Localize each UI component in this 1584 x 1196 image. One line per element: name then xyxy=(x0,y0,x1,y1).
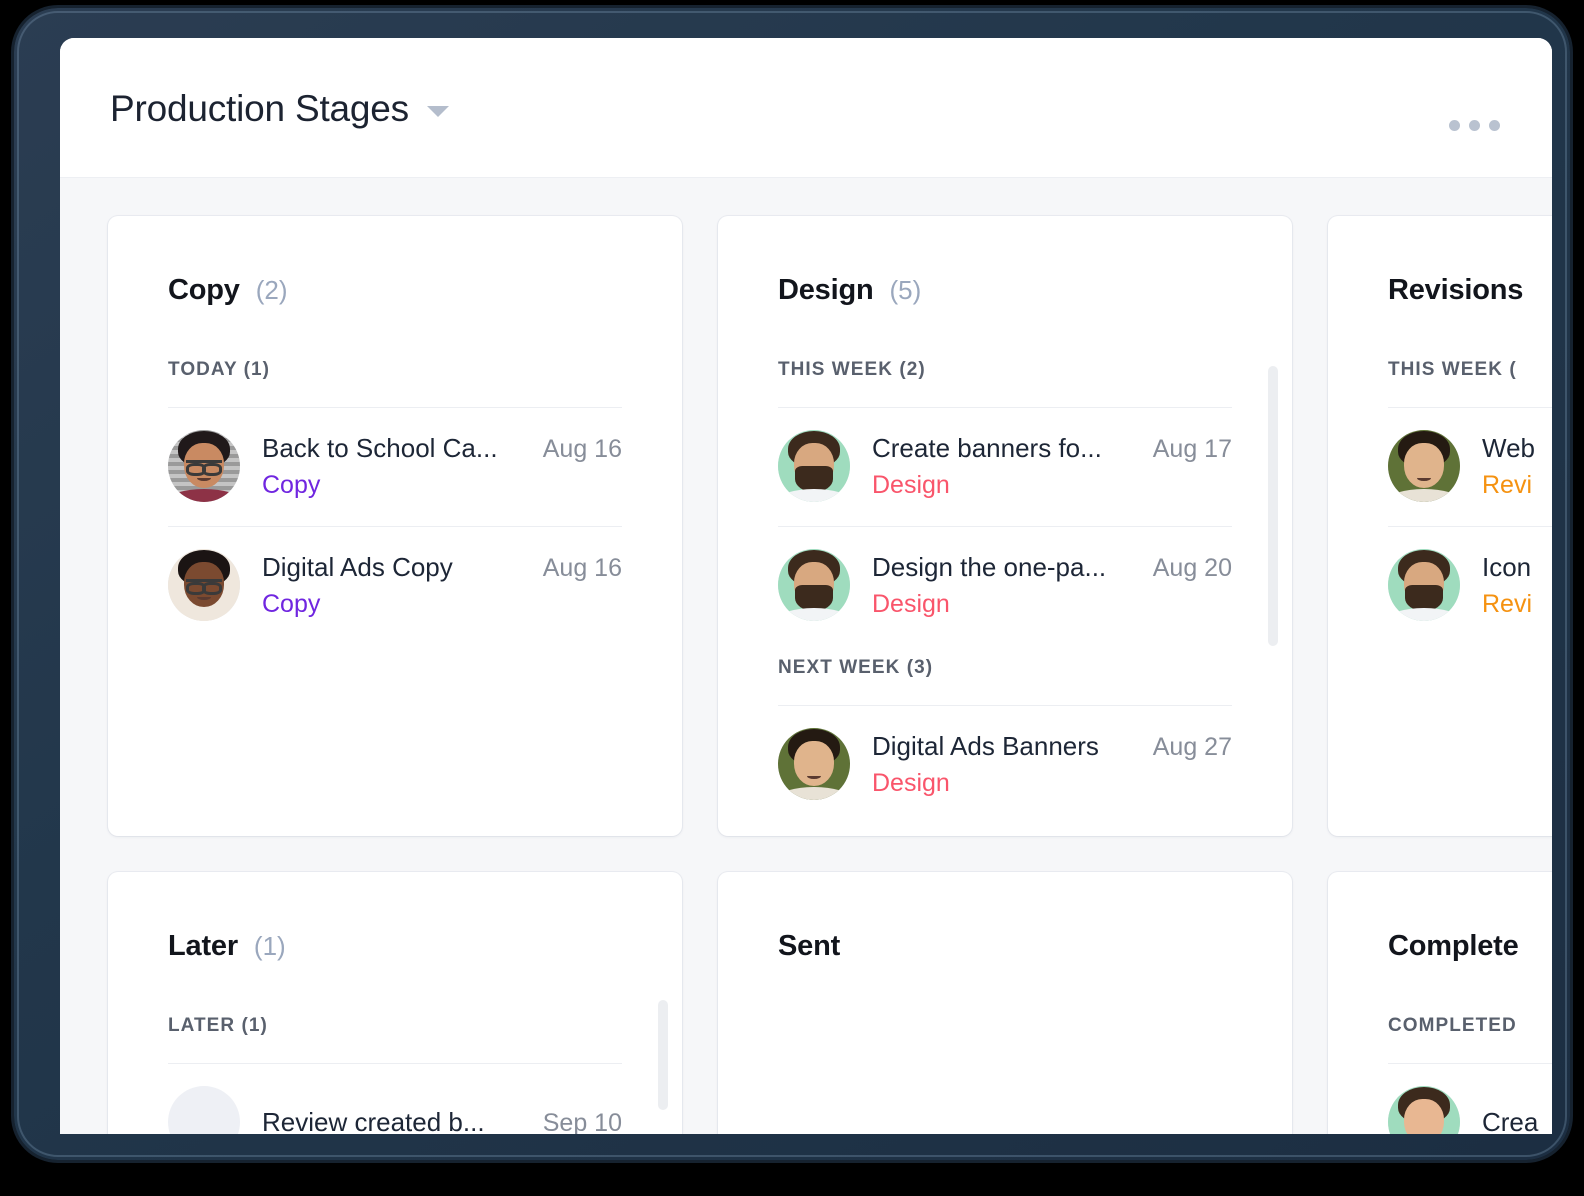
task-stage-badge: Design xyxy=(872,470,950,499)
group-label: THIS WEEK ( xyxy=(1388,359,1517,380)
task-body: Back to School Ca... Aug 16 Copy xyxy=(262,433,622,500)
avatar xyxy=(778,549,850,621)
task-name: Design the one-pa... xyxy=(872,551,1107,582)
card-title: Complete xyxy=(1388,930,1519,962)
more-horizontal-icon[interactable] xyxy=(1449,120,1500,131)
task-name: Web xyxy=(1482,432,1535,463)
menu-dot xyxy=(1449,120,1460,131)
group-label: TODAY (1) xyxy=(168,359,271,380)
card-title: Design xyxy=(778,274,874,306)
stage-card-later[interactable]: Later (1) LATER (1) Review created b... … xyxy=(108,872,682,1134)
task-row[interactable]: Digital Ads Copy Aug 16 Copy xyxy=(168,527,622,645)
task-stage-badge: Revi xyxy=(1482,589,1533,618)
task-row[interactable]: Digital Ads Banners Aug 27 Design xyxy=(778,706,1232,824)
task-row[interactable]: Crea xyxy=(1388,1064,1552,1134)
stage-card-design[interactable]: Design (5) THIS WEEK (2) Create banners … xyxy=(718,216,1292,836)
chevron-down-icon[interactable] xyxy=(426,106,449,117)
widget-header: Production Stages xyxy=(60,38,1552,178)
task-body: Icon Revi xyxy=(1482,552,1552,619)
task-name: Digital Ads Copy xyxy=(262,551,453,582)
card-heading: Later (1) xyxy=(168,930,622,963)
widget-title-group[interactable]: Production Stages xyxy=(110,90,449,127)
card-title: Later xyxy=(168,930,238,962)
avatar xyxy=(1388,430,1460,502)
device-bezel: Production Stages Copy (2) TODAY (1) Bac… xyxy=(14,8,1570,1160)
group-label: COMPLETED xyxy=(1388,1015,1517,1036)
task-date: Aug 27 xyxy=(1152,732,1232,761)
board-row-bottom: Later (1) LATER (1) Review created b... … xyxy=(60,872,1552,1134)
task-list: Create banners fo... Aug 17 Design Desig… xyxy=(778,407,1232,645)
card-title: Copy xyxy=(168,274,240,306)
task-name: Create banners fo... xyxy=(872,432,1102,463)
task-body: Digital Ads Copy Aug 16 Copy xyxy=(262,552,622,619)
task-date: Sep 10 xyxy=(542,1108,622,1135)
avatar xyxy=(778,728,850,800)
card-heading: Revisions xyxy=(1388,274,1552,307)
task-stage-badge: Revi xyxy=(1482,470,1533,499)
task-list: Back to School Ca... Aug 16 Copy Digital… xyxy=(168,407,622,645)
vertical-scrollbar[interactable] xyxy=(1268,366,1278,646)
task-body: Digital Ads Banners Aug 27 Design xyxy=(872,731,1232,798)
stage-card-sent[interactable]: Sent No tasks No tasks match current wid… xyxy=(718,872,1292,1134)
task-list: Review created b... Sep 10 xyxy=(168,1063,622,1134)
task-body: Web Revi xyxy=(1482,433,1552,500)
card-title: Revisions xyxy=(1388,274,1524,306)
task-name: Review created b... xyxy=(262,1106,485,1135)
task-stage-badge: Design xyxy=(872,589,950,618)
group-label: LATER (1) xyxy=(168,1015,268,1036)
task-row[interactable]: Web Revi xyxy=(1388,408,1552,527)
task-row[interactable]: Create banners fo... Aug 17 Design xyxy=(778,408,1232,527)
card-count: (1) xyxy=(253,931,286,961)
avatar xyxy=(168,549,240,621)
task-body: Crea xyxy=(1482,1107,1552,1135)
task-stage-badge: Copy xyxy=(262,470,321,499)
task-date: Aug 16 xyxy=(542,434,622,463)
card-heading: Sent xyxy=(778,930,1232,963)
task-date: Aug 17 xyxy=(1152,434,1232,463)
group-label: THIS WEEK (2) xyxy=(778,359,926,380)
task-stage-badge: Copy xyxy=(262,589,321,618)
task-body: Review created b... Sep 10 xyxy=(262,1107,622,1135)
task-list: Crea xyxy=(1388,1063,1552,1134)
stage-card-completed[interactable]: Complete COMPLETED Crea xyxy=(1328,872,1552,1134)
card-heading: Complete xyxy=(1388,930,1552,963)
task-list: Digital Ads Banners Aug 27 Design xyxy=(778,705,1232,824)
task-name: Digital Ads Banners xyxy=(872,730,1099,761)
board-row-top: Copy (2) TODAY (1) Back to School Ca... … xyxy=(60,216,1552,836)
page-title: Production Stages xyxy=(110,88,409,129)
stage-board: Copy (2) TODAY (1) Back to School Ca... … xyxy=(60,178,1552,1134)
task-name: Back to School Ca... xyxy=(262,432,498,463)
card-heading: Copy (2) xyxy=(168,274,622,307)
task-row[interactable]: Design the one-pa... Aug 20 Design xyxy=(778,527,1232,645)
group-label: NEXT WEEK (3) xyxy=(778,657,934,678)
avatar xyxy=(1388,549,1460,621)
stage-card-revisions[interactable]: Revisions THIS WEEK (Web Revi Icon Revi xyxy=(1328,216,1552,836)
avatar xyxy=(168,1086,240,1134)
task-list: Web Revi Icon Revi xyxy=(1388,407,1552,645)
task-body: Design the one-pa... Aug 20 Design xyxy=(872,552,1232,619)
menu-dot xyxy=(1469,120,1480,131)
task-row[interactable]: Icon Revi xyxy=(1388,527,1552,645)
task-date: Aug 20 xyxy=(1152,553,1232,582)
task-row[interactable]: Back to School Ca... Aug 16 Copy xyxy=(168,408,622,527)
task-stage-badge: Design xyxy=(872,768,950,797)
app-window: Production Stages Copy (2) TODAY (1) Bac… xyxy=(60,38,1552,1134)
task-name: Icon xyxy=(1482,551,1532,582)
avatar xyxy=(168,430,240,502)
card-count: (5) xyxy=(889,275,922,305)
task-body: Create banners fo... Aug 17 Design xyxy=(872,433,1232,500)
task-name: Crea xyxy=(1482,1106,1539,1135)
avatar xyxy=(1388,1086,1460,1134)
menu-dot xyxy=(1489,120,1500,131)
vertical-scrollbar[interactable] xyxy=(658,1000,668,1110)
stage-card-copy[interactable]: Copy (2) TODAY (1) Back to School Ca... … xyxy=(108,216,682,836)
card-title: Sent xyxy=(778,930,841,962)
task-row[interactable]: Review created b... Sep 10 xyxy=(168,1064,622,1134)
avatar xyxy=(778,430,850,502)
task-date: Aug 16 xyxy=(542,553,622,582)
card-heading: Design (5) xyxy=(778,274,1232,307)
card-count: (2) xyxy=(255,275,288,305)
